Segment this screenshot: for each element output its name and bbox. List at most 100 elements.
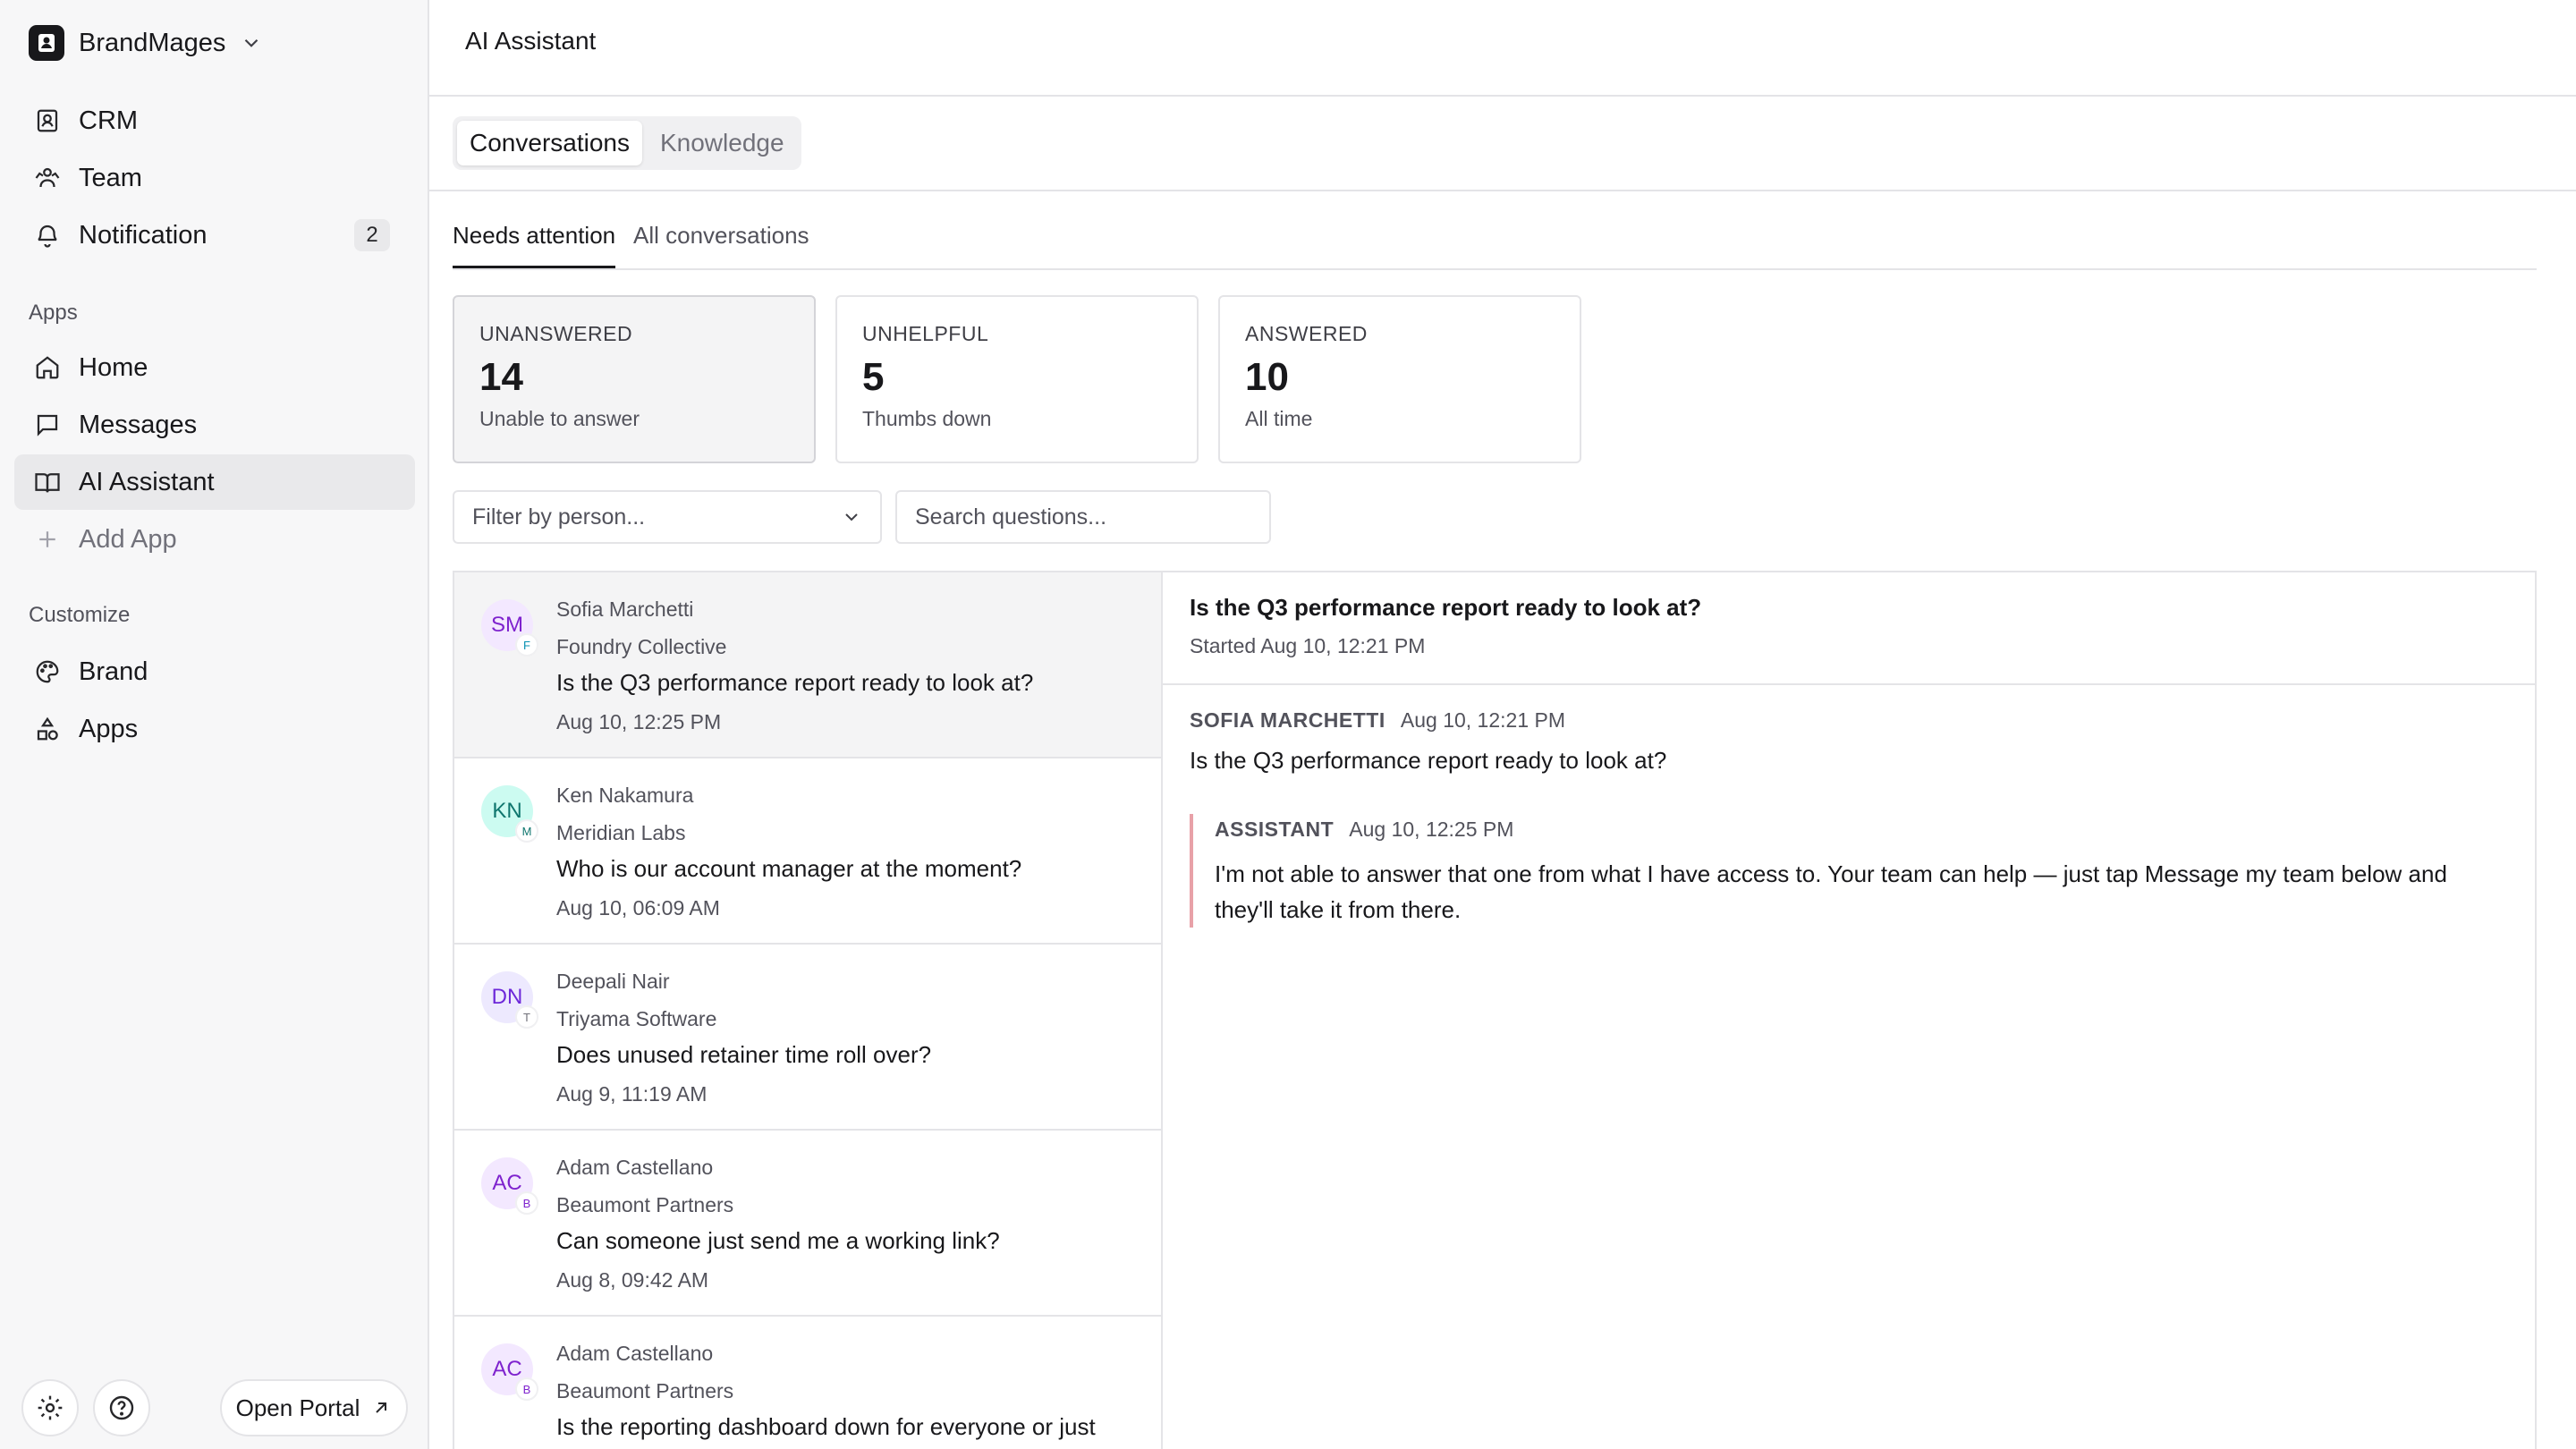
list-item[interactable]: AC B Adam Castellano Beaumont Partners C… bbox=[454, 1131, 1161, 1317]
sidebar: BrandMages CRM Team Notification 2 Apps … bbox=[0, 0, 429, 1449]
message-text: Is the Q3 performance report ready to lo… bbox=[1190, 747, 1667, 774]
notification-count-badge: 2 bbox=[354, 219, 390, 251]
sidebar-item-messages[interactable]: Messages bbox=[14, 397, 415, 453]
sidebar-item-label: Apps bbox=[79, 714, 139, 743]
list-item[interactable]: DN T Deepali Nair Triyama Software Does … bbox=[454, 945, 1161, 1131]
avatar-initials: AC bbox=[492, 1171, 522, 1195]
chevron-down-icon bbox=[845, 513, 858, 521]
question-text: Who is our account manager at the moment… bbox=[556, 855, 1022, 882]
tab-knowledge[interactable]: Knowledge bbox=[648, 121, 797, 165]
timestamp: Aug 10, 12:25 PM bbox=[556, 710, 722, 733]
avatar: DN T bbox=[481, 971, 538, 1029]
sidebar-item-label: Messages bbox=[79, 410, 198, 439]
sidebar-item-label: Notification bbox=[79, 220, 208, 250]
section-label-customize: Customize bbox=[29, 603, 131, 627]
stat-card-unanswered[interactable]: UNANSWERED 14 Unable to answer bbox=[453, 295, 816, 463]
stat-label: UNANSWERED bbox=[479, 322, 633, 345]
team-icon bbox=[32, 163, 63, 193]
sender-name: Adam Castellano bbox=[556, 1342, 714, 1365]
search-questions-input[interactable]: Search questions... bbox=[895, 490, 1271, 544]
workspace-switcher[interactable]: BrandMages bbox=[29, 23, 263, 63]
org-badge: M bbox=[515, 819, 538, 843]
avatar-initials: SM bbox=[491, 613, 523, 637]
gear-icon bbox=[38, 1395, 63, 1420]
list-item[interactable]: SM F Sofia Marchetti Foundry Collective … bbox=[454, 572, 1161, 758]
avatar: SM F bbox=[481, 599, 538, 657]
sender-name: Sofia Marchetti bbox=[556, 597, 694, 621]
filter-placeholder: Filter by person... bbox=[472, 504, 646, 530]
question-text: Is the Q3 performance report ready to lo… bbox=[556, 669, 1034, 696]
timestamp: Aug 8, 09:42 AM bbox=[556, 1268, 709, 1292]
stat-label: ANSWERED bbox=[1245, 322, 1368, 345]
main-content: AI Assistant Conversations Knowledge Nee… bbox=[429, 0, 2576, 1449]
help-button[interactable] bbox=[93, 1379, 150, 1436]
message-author: ASSISTANT bbox=[1215, 818, 1335, 841]
sidebar-item-home[interactable]: Home bbox=[14, 340, 415, 395]
message-time: Aug 10, 12:21 PM bbox=[1400, 708, 1565, 732]
stat-sub: Unable to answer bbox=[479, 407, 640, 430]
org-badge: B bbox=[515, 1377, 538, 1401]
search-placeholder: Search questions... bbox=[915, 504, 1107, 530]
chevron-down-icon bbox=[245, 38, 258, 47]
timestamp: Aug 9, 11:19 AM bbox=[556, 1082, 708, 1106]
tab-conversations[interactable]: Conversations bbox=[457, 121, 642, 165]
sender-name: Deepali Nair bbox=[556, 970, 670, 993]
user-message: SOFIA MARCHETTI Aug 10, 12:21 PM Is the … bbox=[1190, 708, 2513, 775]
detail-header: Is the Q3 performance report ready to lo… bbox=[1163, 572, 2535, 685]
conversation-detail: Is the Q3 performance report ready to lo… bbox=[1161, 571, 2537, 1449]
avatar-initials: AC bbox=[492, 1357, 522, 1381]
divider bbox=[429, 190, 2576, 191]
palette-icon bbox=[32, 657, 63, 687]
home-icon bbox=[32, 352, 63, 383]
sidebar-item-apps[interactable]: Apps bbox=[14, 701, 415, 757]
sidebar-item-notification[interactable]: Notification 2 bbox=[14, 208, 415, 263]
filter-by-person-select[interactable]: Filter by person... bbox=[453, 490, 882, 544]
stat-label: UNHELPFUL bbox=[862, 322, 989, 345]
top-bar: AI Assistant bbox=[429, 0, 2576, 97]
contact-book-icon bbox=[32, 106, 63, 136]
org-badge: B bbox=[515, 1191, 538, 1215]
stat-sub: Thumbs down bbox=[862, 407, 992, 430]
arrow-up-right-icon bbox=[376, 1402, 387, 1413]
plus-icon bbox=[32, 524, 63, 555]
sidebar-item-add-app[interactable]: Add App bbox=[14, 512, 415, 567]
help-circle-icon bbox=[109, 1395, 134, 1420]
view-toggle: Conversations Knowledge bbox=[453, 116, 801, 170]
timestamp: Aug 10, 06:09 AM bbox=[556, 896, 720, 919]
sidebar-item-label: Brand bbox=[79, 657, 148, 686]
sidebar-item-crm[interactable]: CRM bbox=[14, 93, 415, 148]
settings-button[interactable] bbox=[21, 1379, 79, 1436]
stat-card-answered[interactable]: ANSWERED 10 All time bbox=[1218, 295, 1581, 463]
subtabs: Needs attention All conversations bbox=[453, 211, 2537, 270]
subtab-needs-attention[interactable]: Needs attention bbox=[453, 222, 616, 268]
list-item[interactable]: AC B Adam Castellano Beaumont Partners I… bbox=[454, 1317, 1161, 1449]
sender-org: Foundry Collective bbox=[556, 635, 727, 658]
sidebar-item-label: AI Assistant bbox=[79, 467, 215, 496]
message-time: Aug 10, 12:25 PM bbox=[1349, 818, 1514, 841]
sender-name: Ken Nakamura bbox=[556, 784, 694, 807]
conversation-list: SM F Sofia Marchetti Foundry Collective … bbox=[453, 571, 1161, 1449]
avatar: AC B bbox=[481, 1157, 538, 1215]
org-badge: T bbox=[515, 1005, 538, 1029]
open-portal-label: Open Portal bbox=[235, 1394, 360, 1421]
subtab-all-conversations[interactable]: All conversations bbox=[633, 222, 809, 266]
stat-card-unhelpful[interactable]: UNHELPFUL 5 Thumbs down bbox=[835, 295, 1199, 463]
app-root: BrandMages CRM Team Notification 2 Apps … bbox=[0, 0, 2576, 1449]
list-item[interactable]: KN M Ken Nakamura Meridian Labs Who is o… bbox=[454, 758, 1161, 945]
sidebar-item-brand[interactable]: Brand bbox=[14, 644, 415, 699]
stat-sub: All time bbox=[1245, 407, 1313, 430]
message-author: SOFIA MARCHETTI bbox=[1190, 708, 1385, 732]
sidebar-item-label: Add App bbox=[79, 524, 177, 554]
message-text: I'm not able to answer that one from wha… bbox=[1215, 860, 2447, 923]
sidebar-item-team[interactable]: Team bbox=[14, 150, 415, 206]
stat-value: 5 bbox=[862, 355, 885, 399]
book-open-icon bbox=[32, 467, 63, 497]
workspace-name: BrandMages bbox=[79, 28, 226, 57]
sidebar-item-ai-assistant[interactable]: AI Assistant bbox=[14, 454, 415, 510]
avatar-initials: KN bbox=[492, 799, 522, 823]
open-portal-button[interactable]: Open Portal bbox=[220, 1379, 408, 1436]
sender-org: Beaumont Partners bbox=[556, 1379, 734, 1402]
message-square-icon bbox=[32, 410, 63, 440]
question-text: Does unused retainer time roll over? bbox=[556, 1041, 932, 1068]
sender-org: Triyama Software bbox=[556, 1007, 717, 1030]
